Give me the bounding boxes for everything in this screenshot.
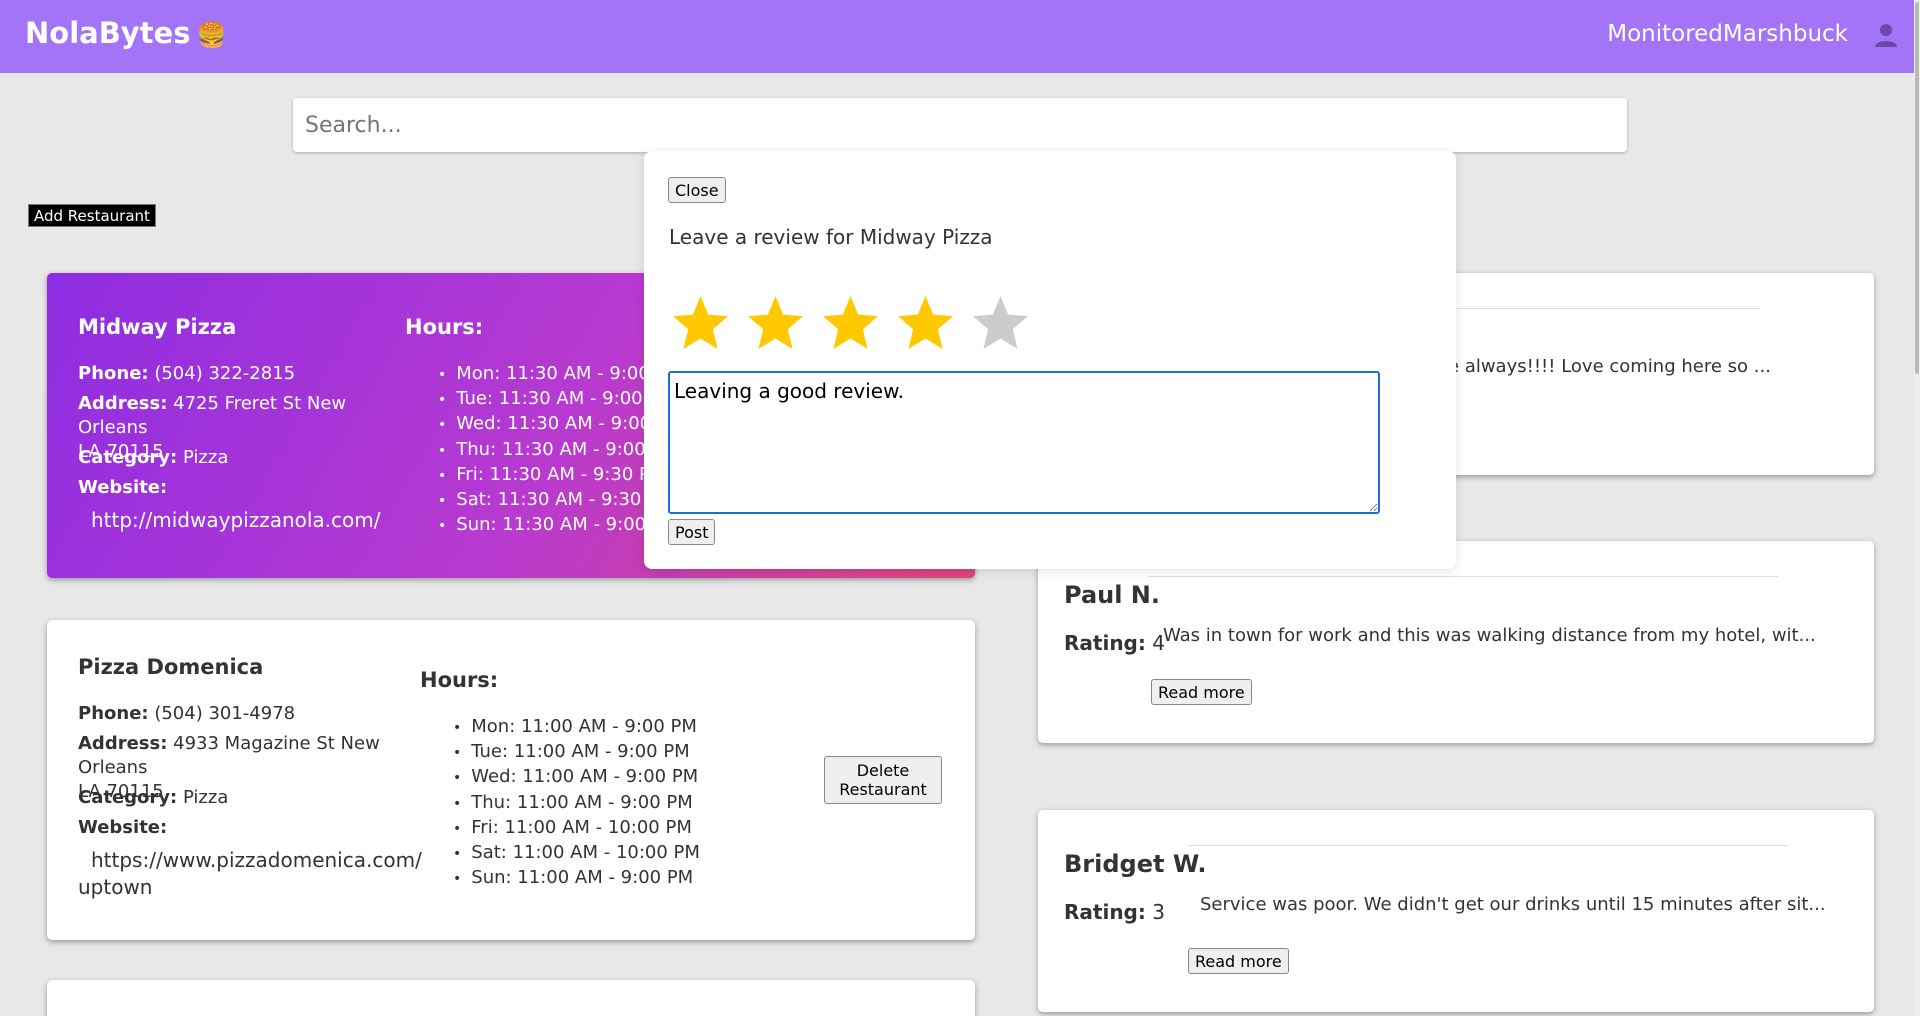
read-more-button[interactable]: Read more — [1151, 679, 1252, 705]
restaurant-name: Midway Pizza — [78, 315, 237, 339]
post-button[interactable]: Post — [668, 519, 716, 545]
scrollbar-thumb[interactable] — [1915, 2, 1919, 374]
review-card[interactable]: Paul N. Rating: 4 Was in town for work a… — [1038, 541, 1874, 743]
review-rating: Rating: 4 — [1064, 631, 1165, 655]
star-filled-icon[interactable] — [744, 292, 807, 355]
delete-restaurant-button[interactable]: Delete Restaurant — [824, 756, 942, 804]
hours-item: Sun: 11:00 AM - 9:00 PM — [453, 866, 700, 891]
review-divider — [1148, 576, 1778, 577]
brand-logo[interactable]: NolaBytes 🍔 — [25, 16, 226, 50]
hours-item: Fri: 11:00 AM - 10:00 PM — [453, 816, 700, 841]
burger-icon: 🍔 — [196, 21, 227, 49]
review-rating: Rating: 3 — [1064, 900, 1165, 924]
restaurant-website-link[interactable]: https://www.pizzadomenica.com/uptown — [78, 847, 422, 901]
user-icon[interactable] — [1872, 21, 1900, 49]
star-empty-icon[interactable] — [969, 292, 1032, 355]
hours-title: Hours: — [405, 315, 484, 339]
close-button[interactable]: Close — [668, 177, 726, 203]
review-card[interactable]: Bridget W. Rating: 3 Service was poor. W… — [1038, 810, 1874, 1012]
restaurant-name: Pizza Domenica — [78, 655, 264, 679]
review-text: Was in town for work and this was walkin… — [1163, 625, 1816, 646]
modal-title: Leave a review for Midway Pizza — [669, 225, 993, 249]
review-modal: Close Leave a review for Midway Pizza Le… — [644, 151, 1456, 569]
review-text: Service was poor. We didn't get our drin… — [1200, 894, 1826, 915]
star-filled-icon[interactable] — [894, 292, 957, 355]
review-text: e always!!!! Love coming here so ... — [1448, 356, 1771, 377]
restaurant-website-link[interactable]: http://midwaypizzanola.com/ — [91, 507, 381, 534]
restaurant-phone: Phone: (504) 301-4978 — [78, 703, 296, 724]
star-filled-icon[interactable] — [819, 292, 882, 355]
hours-item: Wed: 11:00 AM - 9:00 PM — [453, 765, 700, 790]
star-filled-icon[interactable] — [669, 292, 732, 355]
hours-title: Hours: — [420, 668, 499, 692]
username-label[interactable]: MonitoredMarshbuck — [1607, 21, 1848, 47]
search-input[interactable] — [293, 98, 1627, 152]
restaurant-website-label: Website: — [78, 477, 168, 498]
hours-item: Mon: 11:00 AM - 9:00 PM — [453, 715, 700, 740]
hours-item: Sat: 11:00 AM - 10:00 PM — [453, 841, 700, 866]
restaurant-phone: Phone: (504) 322-2815 — [78, 363, 296, 384]
review-divider — [1188, 845, 1788, 846]
hours-list: Mon: 11:00 AM - 9:00 PM Tue: 11:00 AM - … — [453, 715, 700, 891]
reviewer-name: Paul N. — [1064, 581, 1161, 609]
restaurant-website-label: Website: — [78, 817, 168, 838]
restaurant-category: Category: Pizza — [78, 787, 229, 808]
brand-name: NolaBytes — [25, 16, 191, 50]
reviewer-name: Bridget W. — [1064, 850, 1207, 878]
add-restaurant-button[interactable]: Add Restaurant — [28, 204, 156, 227]
restaurant-card[interactable] — [47, 980, 975, 1016]
star-rating[interactable] — [669, 292, 1044, 355]
hours-item: Thu: 11:00 AM - 9:00 PM — [453, 791, 700, 816]
review-textarea[interactable]: Leaving a good review. — [668, 371, 1380, 514]
restaurant-card-pizza-domenica[interactable]: Pizza Domenica Phone: (504) 301-4978 Add… — [47, 620, 975, 940]
hours-item: Tue: 11:00 AM - 9:00 PM — [453, 740, 700, 765]
page-scrollbar[interactable] — [1914, 0, 1920, 1016]
navbar: NolaBytes 🍔 MonitoredMarshbuck — [0, 0, 1920, 73]
restaurant-category: Category: Pizza — [78, 447, 229, 468]
read-more-button[interactable]: Read more — [1188, 948, 1289, 974]
